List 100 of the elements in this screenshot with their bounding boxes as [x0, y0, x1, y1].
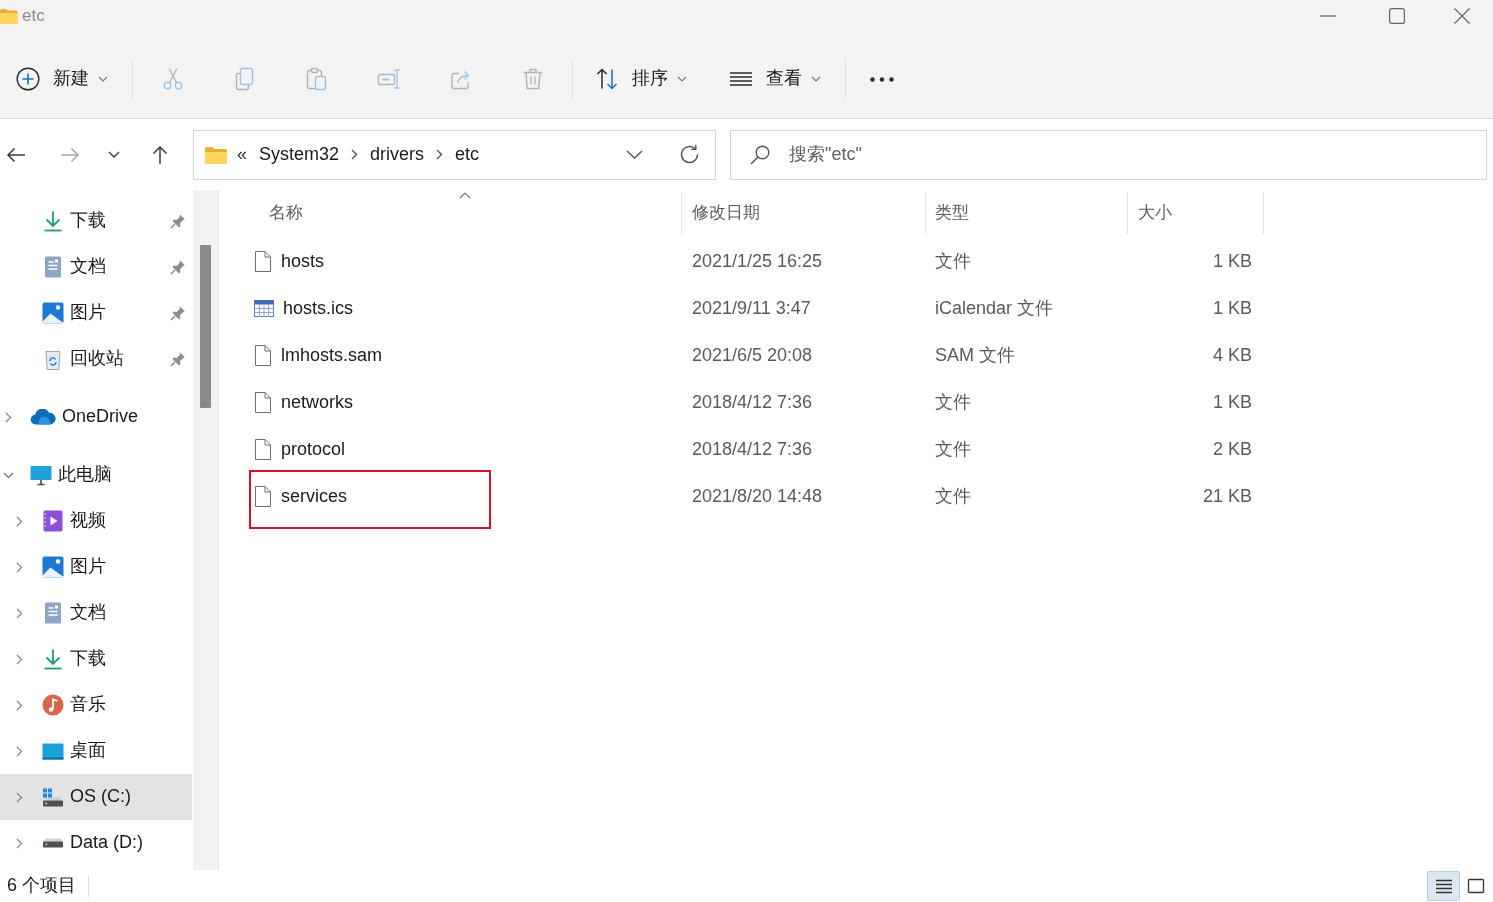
- sidebar-item[interactable]: 视频: [0, 498, 192, 544]
- sidebar-item[interactable]: 图片: [0, 290, 192, 336]
- sidebar-item[interactable]: 此电脑: [0, 452, 192, 498]
- scrollbar[interactable]: [193, 190, 219, 870]
- breadcrumb[interactable]: System32: [259, 143, 340, 166]
- modified-date: 2021/9/11 3:47: [691, 296, 812, 320]
- file-row[interactable]: services 2021/8/20 14:48 文件 21 KB: [248, 473, 1493, 520]
- sidebar-item[interactable]: OneDrive: [0, 394, 192, 440]
- file-name: protocol: [281, 438, 346, 461]
- file-type: 文件: [934, 390, 972, 414]
- sidebar-item[interactable]: 音乐: [0, 682, 192, 728]
- file-icon: [254, 391, 272, 414]
- chevron-right-icon[interactable]: [4, 411, 12, 423]
- plus-circle-icon: [16, 67, 40, 91]
- scissors-icon: [161, 67, 185, 91]
- folder-icon: [0, 8, 18, 24]
- chevron-right-icon[interactable]: [436, 149, 444, 160]
- file-icon: [254, 344, 272, 367]
- new-button[interactable]: 新建: [8, 55, 118, 103]
- pin-icon[interactable]: [170, 305, 186, 321]
- details-view-button[interactable]: [1427, 871, 1460, 901]
- scrollbar-thumb[interactable]: [200, 245, 211, 408]
- drive-icon: [42, 838, 64, 848]
- file-name: networks: [281, 391, 354, 414]
- clipboard-icon: [305, 67, 329, 91]
- file-type: SAM 文件: [934, 343, 1016, 367]
- column-header[interactable]: 修改日期: [682, 192, 926, 234]
- sidebar-item[interactable]: 下载: [0, 636, 192, 682]
- file-name: lmhosts.sam: [281, 344, 383, 367]
- address-bar[interactable]: « System32 drivers etc: [193, 129, 716, 180]
- sidebar-item[interactable]: 下载: [0, 198, 192, 244]
- lines-icon: [729, 72, 753, 86]
- recycle-bin-icon: [42, 348, 64, 370]
- path-overflow-button[interactable]: «: [237, 143, 247, 166]
- chevron-right-icon[interactable]: [15, 745, 23, 757]
- column-header[interactable]: 大小: [1128, 192, 1264, 234]
- chevron-right-icon[interactable]: [15, 837, 23, 849]
- folder-icon: [205, 145, 227, 164]
- chevron-right-icon[interactable]: [15, 699, 23, 711]
- sidebar-item[interactable]: 图片: [0, 544, 192, 590]
- more-icon: [870, 76, 894, 82]
- download-arrow-icon: [42, 648, 64, 670]
- desktop-icon: [42, 742, 64, 760]
- file-row[interactable]: networks 2018/4/12 7:36 文件 1 KB: [248, 379, 1493, 426]
- file-row[interactable]: protocol 2018/4/12 7:36 文件 2 KB: [248, 426, 1493, 473]
- file-size: 1 KB: [1211, 390, 1253, 414]
- pin-icon[interactable]: [170, 351, 186, 367]
- chevron-down-icon: [625, 150, 643, 159]
- music-note-icon: [42, 694, 64, 716]
- breadcrumb[interactable]: drivers: [370, 143, 425, 166]
- sidebar-item[interactable]: 桌面: [0, 728, 192, 774]
- sidebar-item[interactable]: Data (D:): [0, 820, 192, 866]
- pin-icon[interactable]: [170, 259, 186, 275]
- item-count: 6 个项目: [6, 875, 76, 897]
- file-size: 1 KB: [1211, 296, 1253, 320]
- chevron-right-icon[interactable]: [15, 561, 23, 573]
- sidebar-item[interactable]: 回收站: [0, 336, 192, 382]
- document-icon: [42, 256, 64, 278]
- document-icon: [42, 602, 64, 624]
- file-type: iCalendar 文件: [934, 296, 1055, 320]
- maximize-icon: [1388, 8, 1405, 24]
- search-field[interactable]: 搜索"etc": [730, 129, 1487, 180]
- modified-date: 2021/6/5 20:08: [691, 343, 814, 367]
- minimize-icon: [1319, 15, 1336, 17]
- download-arrow-icon: [42, 210, 64, 232]
- sidebar-item[interactable]: 文档: [0, 590, 192, 636]
- file-type: 文件: [934, 484, 972, 508]
- sort-button[interactable]: 排序: [585, 55, 697, 103]
- system-drive-icon: [42, 787, 64, 807]
- sidebar-item[interactable]: 文档: [0, 244, 192, 290]
- cloud-icon: [30, 409, 56, 425]
- file-row[interactable]: hosts 2021/1/25 16:25 文件 1 KB: [248, 238, 1493, 285]
- file-row[interactable]: lmhosts.sam 2021/6/5 20:08 SAM 文件 4 KB: [248, 332, 1493, 379]
- column-header[interactable]: 名称: [248, 192, 682, 234]
- file-icon: [254, 250, 272, 273]
- file-row[interactable]: hosts.ics 2021/9/11 3:47 iCalendar 文件 1 KB: [248, 285, 1493, 332]
- column-header[interactable]: 类型: [926, 192, 1128, 234]
- file-size: 21 KB: [1201, 484, 1253, 508]
- pin-icon[interactable]: [170, 213, 186, 229]
- chevron-right-icon[interactable]: [15, 653, 23, 665]
- chevron-right-icon[interactable]: [15, 515, 23, 527]
- trash-icon: [521, 67, 545, 91]
- monitor-icon: [30, 464, 52, 486]
- chevron-right-icon[interactable]: [15, 607, 23, 619]
- chevron-down-icon: [108, 151, 120, 158]
- sort-arrows-icon: [595, 67, 619, 91]
- text-cursor-icon: [377, 67, 401, 91]
- chevron-down-icon[interactable]: [2, 471, 14, 479]
- modified-date: 2021/8/20 14:48: [691, 484, 824, 508]
- video-icon: [42, 510, 64, 532]
- file-type: 文件: [934, 437, 972, 461]
- file-icon: [254, 438, 272, 461]
- breadcrumb[interactable]: etc: [455, 143, 480, 166]
- calendar-icon: [254, 300, 274, 317]
- view-button[interactable]: 查看: [719, 55, 831, 103]
- modified-date: 2021/1/25 16:25: [691, 249, 824, 273]
- file-name: services: [281, 485, 347, 508]
- sidebar-item[interactable]: OS (C:): [0, 774, 192, 820]
- modified-date: 2018/4/12 7:36: [691, 437, 814, 461]
- chevron-right-icon[interactable]: [351, 149, 359, 160]
